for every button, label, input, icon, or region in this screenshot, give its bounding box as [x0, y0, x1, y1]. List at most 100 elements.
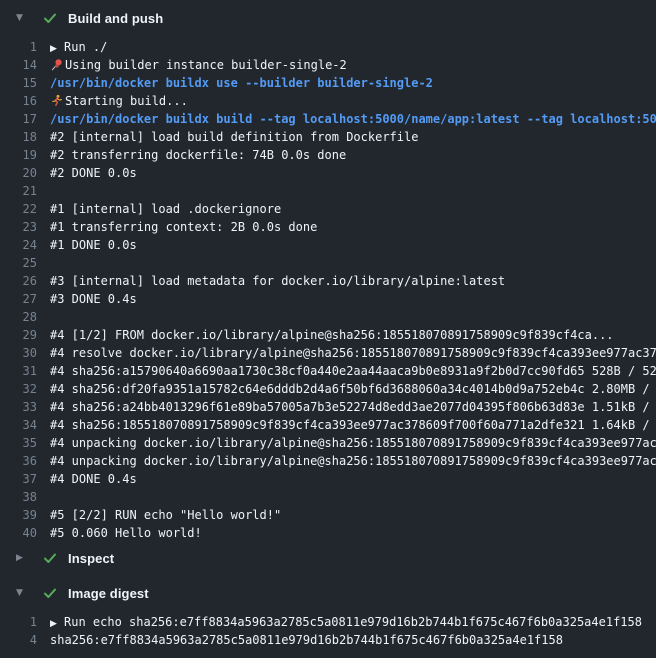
log-line: 23 #1 transferring context: 2B 0.0s done [0, 218, 656, 236]
log-text: #1 [internal] load .dockerignore [37, 200, 656, 218]
log-line: 27 #3 DONE 0.4s [0, 290, 656, 308]
log-text-content: #1 transferring context: 2B 0.0s done [50, 220, 317, 234]
line-number[interactable]: 37 [0, 470, 37, 488]
group-expand-icon[interactable]: ▶ [50, 615, 64, 631]
log-text: #4 DONE 0.4s [37, 470, 656, 488]
line-number[interactable]: 40 [0, 524, 37, 542]
log-text-content: Run echo sha256:e7ff8834a5963a2785c5a081… [64, 615, 642, 629]
log-text-content: #4 sha256:a15790640a6690aa1730c38cf0a440… [50, 364, 656, 378]
line-number[interactable]: 21 [0, 182, 37, 200]
section-title: Build and push [68, 11, 163, 26]
log-text-content: #4 sha256:a24bb4013296f61e89ba57005a7b3e… [50, 400, 656, 414]
log-text-content: #4 unpacking docker.io/library/alpine@sh… [50, 454, 656, 468]
log-line: 4sha256:e7ff8834a5963a2785c5a0811e979d16… [0, 631, 656, 649]
log-text: #4 sha256:a15790640a6690aa1730c38cf0a440… [37, 362, 656, 380]
line-number[interactable]: 24 [0, 236, 37, 254]
line-number[interactable]: 25 [0, 254, 37, 272]
log-line: 32 #4 sha256:df20fa9351a15782c64e6dddb2d4… [0, 380, 656, 398]
chevron-down-icon[interactable]: ▼ [16, 589, 26, 598]
log-text: #2 [internal] load build definition from… [37, 128, 656, 146]
line-number[interactable]: 23 [0, 218, 37, 236]
log-text: #4 unpacking docker.io/library/alpine@sh… [37, 452, 656, 470]
log-text [37, 254, 656, 272]
chevron-down-icon[interactable]: ▼ [16, 14, 26, 23]
line-number[interactable]: 28 [0, 308, 37, 326]
log-text: #4 sha256:df20fa9351a15782c64e6dddb2d4a6… [37, 380, 656, 398]
log-text: Using builder instance builder-single-2 [37, 56, 656, 74]
chevron-right-icon[interactable]: ▶ [16, 554, 26, 563]
line-number[interactable]: 18 [0, 128, 37, 146]
line-number[interactable]: 31 [0, 362, 37, 380]
line-number[interactable]: 22 [0, 200, 37, 218]
line-number[interactable]: 35 [0, 434, 37, 452]
line-number[interactable]: 4 [0, 631, 37, 649]
log-line: 26 #3 [internal] load metadata for docker… [0, 272, 656, 290]
log-line: 28 [0, 308, 656, 326]
log-section-inspect: ▶ Inspect [0, 544, 656, 572]
line-number[interactable]: 17 [0, 110, 37, 128]
log-text-content: Using builder instance builder-single-2 [65, 58, 347, 72]
section-header-image-digest[interactable]: ▼Image digest [0, 579, 656, 607]
log-text: #3 [internal] load metadata for docker.i… [37, 272, 656, 290]
log-text-content: #3 DONE 0.4s [50, 292, 137, 306]
log-text: ▶Run ./ [37, 38, 656, 56]
log-text-content: #5 [2/2] RUN echo "Hello world!" [50, 508, 281, 522]
line-number[interactable]: 1 [0, 613, 37, 631]
log-text: sha256:e7ff8834a5963a2785c5a0811e979d16b… [37, 631, 656, 649]
log-text: #4 sha256:185518070891758909c9f839cf4ca3… [37, 416, 656, 434]
log-line: 16 Starting build... [0, 92, 656, 110]
log-line: 21 [0, 182, 656, 200]
line-number[interactable]: 34 [0, 416, 37, 434]
log-line: 29#4 [1/2] FROM docker.io/library/alpine… [0, 326, 656, 344]
line-number[interactable]: 27 [0, 290, 37, 308]
line-number[interactable]: 32 [0, 380, 37, 398]
log-text-content: #2 transferring dockerfile: 74B 0.0s don… [50, 148, 346, 162]
log-text-content: #4 resolve docker.io/library/alpine@sha2… [50, 346, 656, 360]
line-number[interactable]: 36 [0, 452, 37, 470]
log-line: 25 [0, 254, 656, 272]
line-number[interactable]: 39 [0, 506, 37, 524]
line-number[interactable]: 26 [0, 272, 37, 290]
log-line: 33 #4 sha256:a24bb4013296f61e89ba57005a7b… [0, 398, 656, 416]
line-number[interactable]: 15 [0, 74, 37, 92]
log-line: 22#1 [internal] load .dockerignore [0, 200, 656, 218]
log-line: 34#4 sha256:185518070891758909c9f839cf4c… [0, 416, 656, 434]
line-number[interactable]: 1 [0, 38, 37, 56]
log-text-content: Starting build... [65, 94, 188, 108]
section-header-build-and-push[interactable]: ▼ Build and push [0, 4, 656, 32]
line-number[interactable]: 33 [0, 398, 37, 416]
log-text: #4 unpacking docker.io/library/alpine@sh… [37, 434, 656, 452]
section-log-body: 1▶Run ./14 Using builder instance builder… [0, 32, 656, 544]
log-command-text: /usr/bin/docker buildx build --tag local… [37, 110, 656, 128]
log-line: 31 #4 sha256:a15790640a6690aa1730c38cf0a4… [0, 362, 656, 380]
check-success-icon [42, 550, 58, 566]
line-number[interactable]: 30 [0, 344, 37, 362]
log-line: 36 #4 unpacking docker.io/library/alpine@… [0, 452, 656, 470]
log-text-content: #3 [internal] load metadata for docker.i… [50, 274, 505, 288]
line-number[interactable]: 29 [0, 326, 37, 344]
log-text-content: /usr/bin/docker buildx use --builder bui… [50, 76, 433, 90]
line-number[interactable]: 14 [0, 56, 37, 74]
log-text-content: #4 sha256:df20fa9351a15782c64e6dddb2d4a6… [50, 382, 656, 396]
section-header-inspect[interactable]: ▶ Inspect [0, 544, 656, 572]
check-success-icon [42, 10, 58, 26]
actions-log-panel: ▼Build and push1▶Run ./14Using builder i… [0, 0, 656, 658]
section-title: Inspect [68, 551, 114, 566]
log-text [37, 488, 656, 506]
log-text-content: #4 unpacking docker.io/library/alpine@sh… [50, 436, 656, 450]
line-number[interactable]: 16 [0, 92, 37, 110]
line-number[interactable]: 20 [0, 164, 37, 182]
log-text [37, 182, 656, 200]
log-text: #1 transferring context: 2B 0.0s done [37, 218, 656, 236]
log-text: #5 [2/2] RUN echo "Hello world!" [37, 506, 656, 524]
log-text: #4 resolve docker.io/library/alpine@sha2… [37, 344, 656, 362]
log-line: 19 #2 transferring dockerfile: 74B 0.0s d… [0, 146, 656, 164]
line-number[interactable]: 38 [0, 488, 37, 506]
log-text: #2 transferring dockerfile: 74B 0.0s don… [37, 146, 656, 164]
log-line: 18#2 [internal] load build definition fr… [0, 128, 656, 146]
log-text: #4 sha256:a24bb4013296f61e89ba57005a7b3e… [37, 398, 656, 416]
group-expand-icon[interactable]: ▶ [50, 40, 64, 56]
line-number[interactable]: 19 [0, 146, 37, 164]
log-line: 24#1 DONE 0.0s [0, 236, 656, 254]
log-line: 40#5 0.060 Hello world! [0, 524, 656, 542]
